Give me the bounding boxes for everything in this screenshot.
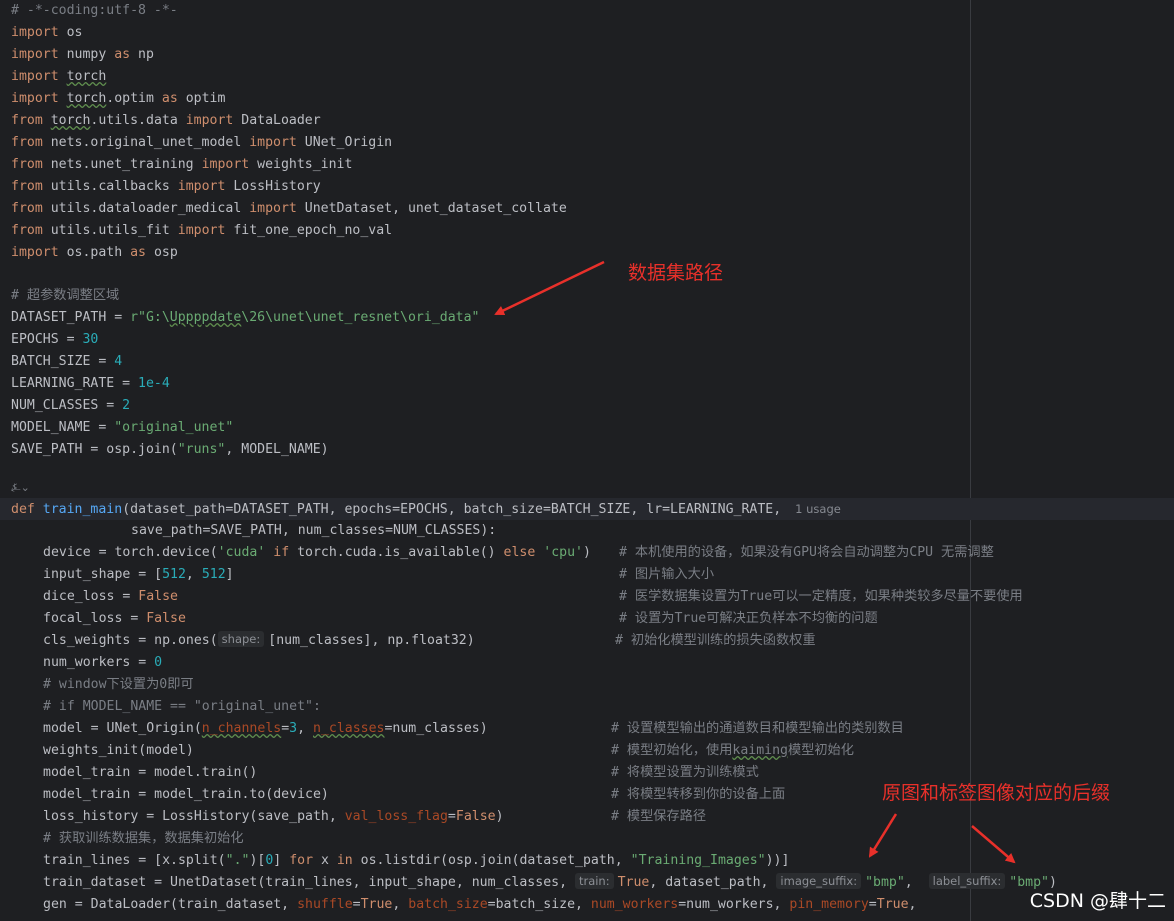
- comment-input-shape: # 图片输入大小: [619, 567, 715, 582]
- code-line-41: gen = DataLoader(train_dataset, shuffle=…: [43, 897, 917, 912]
- code-line-18: LEARNING_RATE = 1e-4: [11, 376, 170, 391]
- code-line-3: import numpy as np: [11, 47, 154, 62]
- code-line-31: # window下设置为0即可: [43, 677, 194, 692]
- code-line-35: model_train = model.train(): [43, 765, 258, 780]
- code-line-34: weights_init(model): [43, 743, 194, 758]
- code-line-12: import os.path as osp: [11, 245, 178, 260]
- code-line-19: NUM_CLASSES = 2: [11, 398, 131, 413]
- comment-dice-loss: # 医学数据集设置为True可以一定精度，如果种类较多尽量不要使用: [619, 589, 1023, 604]
- code-line-7: from nets.original_unet_model import UNe…: [11, 135, 393, 150]
- code-line-25: device = torch.device('cuda' if torch.cu…: [43, 545, 591, 560]
- code-line-15: DATASET_PATH = r"G:\Uppppdate\26\unet\un…: [11, 310, 480, 325]
- code-line-38: # 获取训练数据集，数据集初始化: [43, 831, 244, 846]
- code-line-28: focal_loss = False: [43, 611, 186, 626]
- code-line-6: from torch.utils.data import DataLoader: [11, 113, 321, 128]
- code-line-11: from utils.utils_fit import fit_one_epoc…: [11, 223, 393, 238]
- code-line-33: model = UNet_Origin(n_channels=3, n_clas…: [43, 721, 488, 736]
- code-line-23: def train_main(dataset_path=DATASET_PATH…: [11, 502, 841, 517]
- code-line-40: train_dataset = UnetDataset(train_lines,…: [43, 873, 1057, 890]
- code-line-1: # -*-coding:utf-8 -*-: [11, 3, 178, 18]
- annotation-dataset-path: 数据集路径: [628, 262, 724, 284]
- code-line-24: save_path=SAVE_PATH, num_classes=NUM_CLA…: [131, 523, 497, 538]
- csdn-watermark: CSDN @肆十二: [1029, 890, 1166, 912]
- annotation-suffix: 原图和标签图像对应的后缀: [882, 782, 1111, 804]
- comment-device: # 本机使用的设备，如果没有GPU将会自动调整为CPU 无需调整: [619, 545, 994, 560]
- usage-hint[interactable]: 1 usage: [795, 502, 841, 516]
- code-line-27: dice_loss = False: [43, 589, 178, 604]
- code-line-10: from utils.dataloader_medical import Une…: [11, 201, 567, 216]
- comment-train-mode: # 将模型设置为训练模式: [611, 765, 759, 780]
- code-line-30: num_workers = 0: [43, 655, 163, 670]
- comment-focal-loss: # 设置为True可解决正负样本不均衡的问题: [619, 611, 878, 626]
- param-hint-train: train:: [574, 873, 614, 889]
- code-line-20: MODEL_NAME = "original_unet": [11, 420, 234, 435]
- code-line-32: # if MODEL_NAME == "original_unet":: [43, 699, 321, 714]
- param-hint-shape: shape:: [217, 631, 265, 647]
- fold-toggle-icon[interactable]: ⍼⌄: [11, 481, 30, 495]
- code-line-4: import torch: [11, 69, 107, 84]
- code-line-29: cls_weights = np.ones(shape: [num_classes…: [43, 631, 475, 648]
- code-line-21: SAVE_PATH = osp.join("runs", MODEL_NAME): [11, 442, 329, 457]
- code-line-2: import os: [11, 25, 83, 40]
- code-line-16: EPOCHS = 30: [11, 332, 99, 347]
- code-line-9: from utils.callbacks import LossHistory: [11, 179, 321, 194]
- code-line-36: model_train = model_train.to(device): [43, 787, 329, 802]
- param-hint-label-suffix: label_suffix:: [928, 873, 1006, 889]
- code-line-37: loss_history = LossHistory(save_path, va…: [43, 809, 504, 824]
- comment-model: # 设置模型输出的通道数目和模型输出的类别数目: [611, 721, 904, 736]
- comment-save-path: # 模型保存路径: [611, 809, 707, 824]
- code-line-5: import torch.optim as optim: [11, 91, 226, 106]
- code-line-26: input_shape = [512, 512]: [43, 567, 234, 582]
- code-line-39: train_lines = [x.split(".")[0] for x in …: [43, 853, 790, 868]
- comment-cls-weights: # 初始化模型训练的损失函数权重: [615, 633, 816, 648]
- code-line-14: # 超参数调整区域: [11, 288, 120, 303]
- param-hint-image-suffix: image_suffix:: [776, 873, 862, 889]
- comment-to-device: # 将模型转移到你的设备上面: [611, 787, 786, 802]
- code-line-17: BATCH_SIZE = 4: [11, 354, 123, 369]
- comment-weights-init: # 模型初始化，使用kaiming模型初始化: [611, 743, 854, 758]
- code-line-8: from nets.unet_training import weights_i…: [11, 157, 353, 172]
